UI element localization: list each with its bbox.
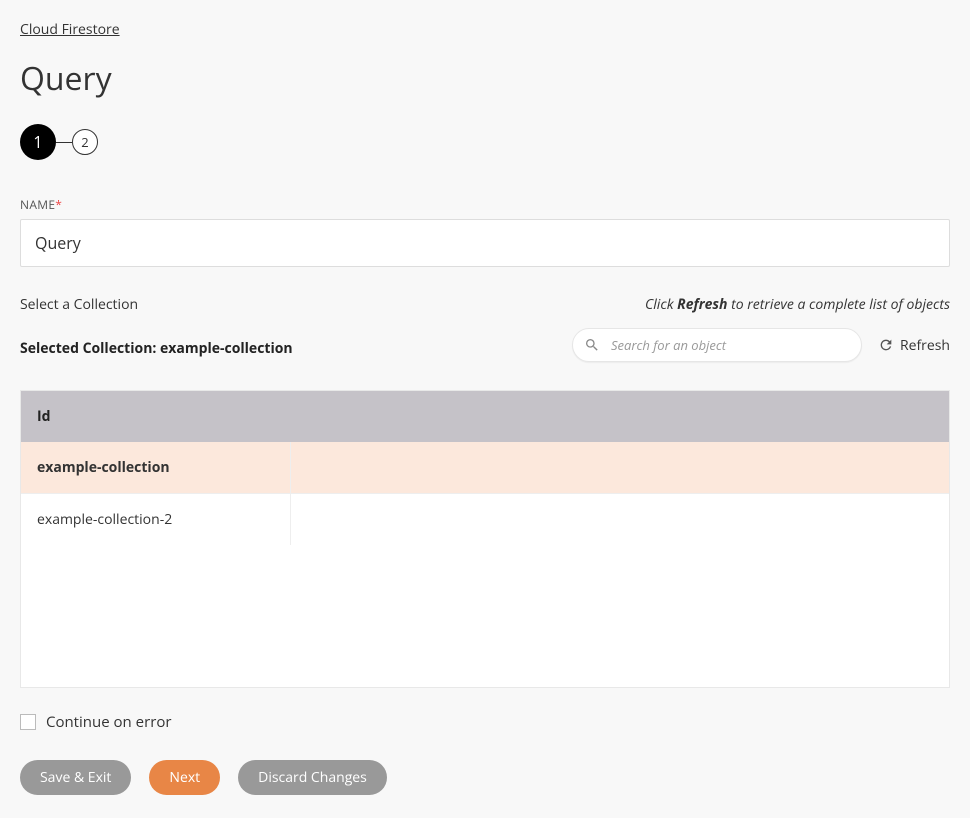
refresh-button[interactable]: Refresh <box>878 336 950 355</box>
search-container <box>572 328 862 362</box>
search-input[interactable] <box>572 328 862 362</box>
step-2[interactable]: 2 <box>72 129 98 155</box>
collection-header-row: Select a Collection Click Refresh to ret… <box>20 295 950 326</box>
step-1[interactable]: 1 <box>20 124 56 160</box>
breadcrumb: Cloud Firestore <box>20 20 950 39</box>
name-label: NAME* <box>20 196 950 213</box>
table-cell-id: example-collection <box>21 442 291 493</box>
table-header-id: Id <box>21 391 949 442</box>
search-icon <box>584 337 600 353</box>
breadcrumb-link[interactable]: Cloud Firestore <box>20 20 120 39</box>
collection-table: Id example-collection example-collection… <box>20 390 950 688</box>
name-input[interactable] <box>20 219 950 267</box>
refresh-button-label: Refresh <box>900 336 950 355</box>
table-row[interactable]: example-collection-2 <box>21 493 949 545</box>
select-collection-label: Select a Collection <box>20 295 138 314</box>
refresh-hint: Click Refresh to retrieve a complete lis… <box>645 295 950 314</box>
selected-collection-label: Selected Collection: example-collection <box>20 339 293 358</box>
next-button[interactable]: Next <box>149 760 220 795</box>
required-indicator: * <box>55 196 62 213</box>
search-refresh-group: Refresh <box>572 328 950 362</box>
button-row: Save & Exit Next Discard Changes <box>20 760 950 795</box>
refresh-icon <box>878 337 894 353</box>
continue-on-error-checkbox[interactable] <box>20 714 36 730</box>
table-cell-id: example-collection-2 <box>21 493 291 545</box>
collection-controls-row: Selected Collection: example-collection … <box>20 334 950 362</box>
table-row[interactable]: example-collection <box>21 442 949 493</box>
table-cell-empty <box>291 493 949 545</box>
name-field-group: NAME* <box>20 196 950 295</box>
table-cell-empty <box>291 442 949 493</box>
continue-on-error-row: Continue on error <box>20 712 950 732</box>
step-connector <box>56 142 72 143</box>
page-title: Query <box>20 57 950 100</box>
discard-button[interactable]: Discard Changes <box>238 760 387 795</box>
save-exit-button[interactable]: Save & Exit <box>20 760 131 795</box>
continue-on-error-label: Continue on error <box>46 712 171 732</box>
stepper: 1 2 <box>20 124 950 160</box>
